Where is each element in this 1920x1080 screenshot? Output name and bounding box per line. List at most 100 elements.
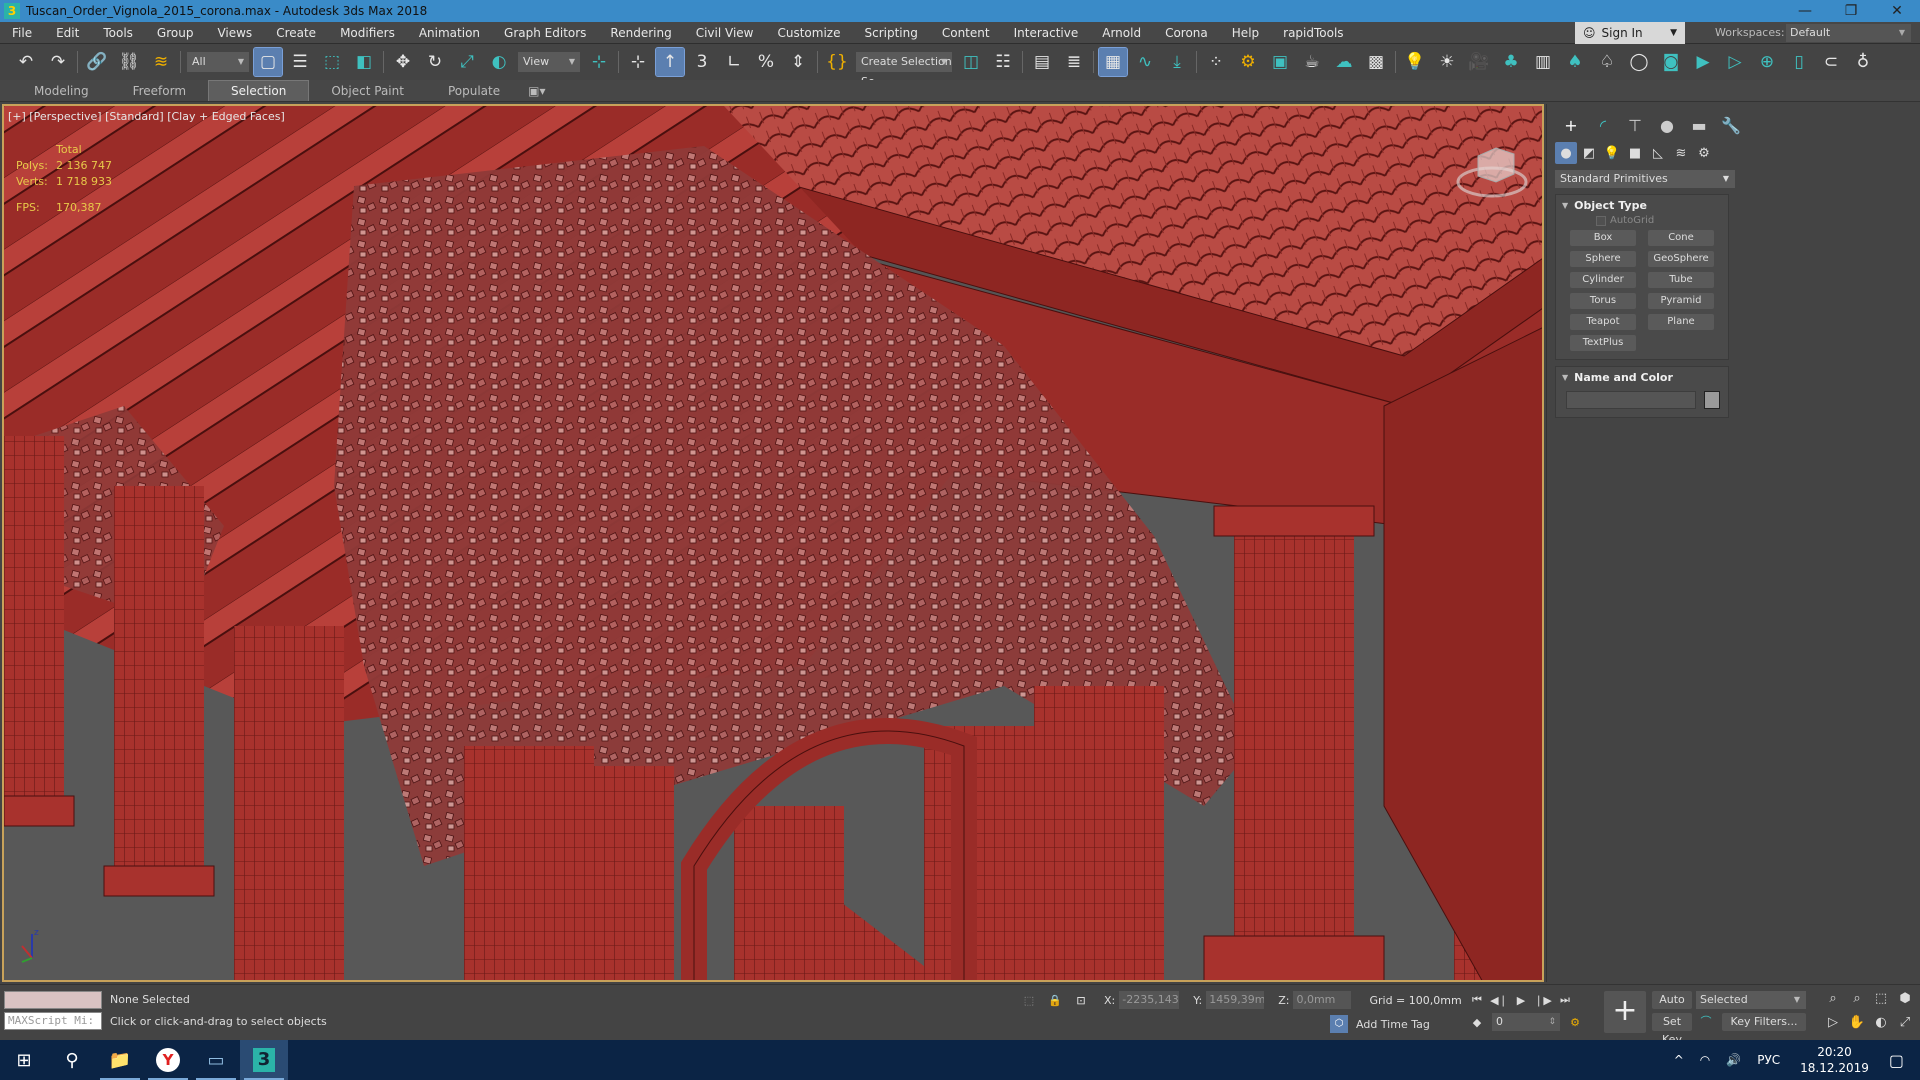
menu-animation[interactable]: Animation xyxy=(407,22,492,44)
corona-ir-vfb-icon[interactable]: ▷ xyxy=(1721,48,1749,76)
motion-tab-icon[interactable]: ● xyxy=(1651,112,1683,138)
corona-decal-icon[interactable]: ◯ xyxy=(1625,48,1653,76)
placement-icon[interactable]: ◐ xyxy=(485,48,513,76)
render-in-cloud-icon[interactable]: ☁ xyxy=(1330,48,1358,76)
named-selection-dropdown[interactable]: Create Selection Se ▼ xyxy=(856,52,952,88)
zoom-extents-icon[interactable]: ⬚ xyxy=(1870,989,1892,1009)
restore-button[interactable]: ❐ xyxy=(1828,0,1874,22)
close-button[interactable]: ✕ xyxy=(1874,0,1920,22)
goto-start-icon[interactable]: ⏮ xyxy=(1466,993,1488,1007)
corona-scatter-icon[interactable]: ♣ xyxy=(1497,48,1525,76)
box-button[interactable]: Box xyxy=(1570,230,1636,246)
next-frame-icon[interactable]: ❘▶ xyxy=(1532,994,1554,1007)
rendered-frame-window-icon[interactable]: ▣ xyxy=(1266,48,1294,76)
default-in-out-tangents-icon[interactable]: ⌒ xyxy=(1696,1013,1716,1031)
name-and-color-header[interactable]: ▼ Name and Color xyxy=(1556,367,1728,387)
menu-help[interactable]: Help xyxy=(1220,22,1271,44)
schematic-view-icon[interactable]: ⤓ xyxy=(1163,48,1191,76)
curve-editor-icon[interactable]: ∿ xyxy=(1131,48,1159,76)
pan-icon[interactable]: ✋ xyxy=(1846,1013,1868,1033)
z-coordinate-field[interactable]: 0,0mm xyxy=(1293,991,1352,1009)
play-icon[interactable]: ▶ xyxy=(1510,994,1532,1007)
yandex-browser-icon[interactable]: Y xyxy=(144,1040,192,1080)
geosphere-button[interactable]: GeoSphere xyxy=(1648,251,1714,267)
reference-coordinate-dropdown[interactable]: View ▼ xyxy=(518,52,580,72)
rectangular-selection-icon[interactable]: ⬚ xyxy=(318,48,346,76)
current-frame-spinner[interactable]: 0 ⇕ xyxy=(1492,1013,1560,1031)
lightbulb-icon[interactable]: ♁ xyxy=(1849,48,1877,76)
plane-button[interactable]: Plane xyxy=(1648,314,1714,330)
cameras-icon[interactable]: ■ xyxy=(1624,142,1646,164)
auto-key-button[interactable]: Auto Key xyxy=(1652,991,1692,1024)
rotate-icon[interactable]: ↻ xyxy=(421,48,449,76)
menu-corona[interactable]: Corona xyxy=(1153,22,1220,44)
window-crossing-icon[interactable]: ◧ xyxy=(350,48,378,76)
ribbon-options-icon[interactable]: ▣▾ xyxy=(522,81,551,101)
menu-group[interactable]: Group xyxy=(145,22,206,44)
material-editor-icon[interactable]: ⁘ xyxy=(1202,48,1230,76)
menu-file[interactable]: File xyxy=(0,22,44,44)
workspace-dropdown[interactable]: Default ▼ xyxy=(1786,24,1911,42)
object-color-swatch[interactable] xyxy=(1704,391,1720,409)
textplus-button[interactable]: TextPlus xyxy=(1570,335,1636,351)
show-hidden-icons-icon[interactable]: ^ xyxy=(1674,1053,1684,1067)
create-tab-icon[interactable]: + xyxy=(1555,112,1587,138)
menu-arnold[interactable]: Arnold xyxy=(1090,22,1153,44)
object-name-field[interactable] xyxy=(1566,391,1696,409)
unlink-icon[interactable]: ⛓ xyxy=(115,48,143,76)
set-key-button[interactable]: Set Key xyxy=(1652,1013,1692,1046)
percent-snap-icon[interactable]: % xyxy=(752,48,780,76)
maximize-viewport-icon[interactable]: ⤢ xyxy=(1894,1013,1916,1033)
add-time-tag[interactable]: ⬡ Add Time Tag xyxy=(1330,1015,1430,1033)
menu-customize[interactable]: Customize xyxy=(765,22,852,44)
key-filters-button[interactable]: Key Filters... xyxy=(1722,1013,1806,1031)
bind-space-warp-icon[interactable]: ≋ xyxy=(147,48,175,76)
menu-rapidtools[interactable]: rapidTools xyxy=(1271,22,1355,44)
corona-interactive-icon[interactable]: ▶ xyxy=(1689,48,1717,76)
tab-freeform[interactable]: Freeform xyxy=(111,81,208,101)
zoom-all-icon[interactable]: ⌕ xyxy=(1846,989,1868,1009)
zoom-icon[interactable]: ⌕ xyxy=(1822,989,1844,1009)
zoom-extents-all-icon[interactable]: ⬢ xyxy=(1894,989,1916,1009)
photos-icon[interactable]: ▭ xyxy=(192,1040,240,1080)
select-by-name-icon[interactable]: ☰ xyxy=(286,48,314,76)
systems-icon[interactable]: ⚙ xyxy=(1693,142,1715,164)
selection-filter-dropdown[interactable]: All ▼ xyxy=(187,52,249,72)
undo-icon[interactable]: ↶ xyxy=(12,48,40,76)
corona-vfb-icon[interactable]: ◙ xyxy=(1657,48,1685,76)
previous-frame-icon[interactable]: ◀❘ xyxy=(1488,994,1510,1007)
layer-explorer-icon[interactable]: ≣ xyxy=(1060,48,1088,76)
clock[interactable]: 20:20 18.12.2019 xyxy=(1800,1044,1869,1076)
hierarchy-tab-icon[interactable]: ⊤ xyxy=(1619,112,1651,138)
a360-gallery-icon[interactable]: ▩ xyxy=(1362,48,1390,76)
maxscript-listener-output[interactable] xyxy=(4,991,102,1009)
selection-lock-icon[interactable]: 🔒 xyxy=(1046,994,1064,1007)
select-object-icon[interactable]: ▢ xyxy=(253,47,283,77)
render-production-icon[interactable]: ☕ xyxy=(1298,48,1326,76)
corona-proxy-export-icon[interactable]: ♤ xyxy=(1593,48,1621,76)
start-icon[interactable]: ⊞ xyxy=(0,1040,48,1080)
display-tab-icon[interactable]: ▬ xyxy=(1683,112,1715,138)
corona-sun-icon[interactable]: ☀ xyxy=(1433,48,1461,76)
corona-panel-icon[interactable]: ▯ xyxy=(1785,48,1813,76)
maxscript-mini-listener[interactable]: MAXScript Mi: xyxy=(4,1012,102,1030)
geometry-icon[interactable]: ● xyxy=(1555,142,1577,164)
notifications-icon[interactable]: ▢ xyxy=(1889,1051,1904,1070)
x-coordinate-field[interactable]: -2235,143r xyxy=(1119,991,1180,1009)
space-warps-icon[interactable]: ≋ xyxy=(1670,142,1692,164)
lights-icon[interactable]: 💡 xyxy=(1601,142,1623,164)
menu-scripting[interactable]: Scripting xyxy=(852,22,929,44)
search-icon[interactable]: ⚲ xyxy=(48,1040,96,1080)
spinner-snap-icon[interactable]: ⇕ xyxy=(784,48,812,76)
tab-object-paint[interactable]: Object Paint xyxy=(309,81,426,101)
menu-modifiers[interactable]: Modifiers xyxy=(328,22,407,44)
autogrid-checkbox[interactable]: AutoGrid xyxy=(1596,215,1728,226)
3dsmax-app-icon[interactable]: 3 xyxy=(4,3,20,19)
snaps-toggle-icon[interactable]: ↑ xyxy=(655,47,685,77)
absolute-mode-icon[interactable]: ⊡ xyxy=(1072,994,1090,1007)
scene-explorer-icon[interactable]: ▤ xyxy=(1028,48,1056,76)
menu-views[interactable]: Views xyxy=(205,22,264,44)
viewcube-icon[interactable] xyxy=(1452,134,1532,204)
menu-edit[interactable]: Edit xyxy=(44,22,91,44)
menu-tools[interactable]: Tools xyxy=(91,22,145,44)
